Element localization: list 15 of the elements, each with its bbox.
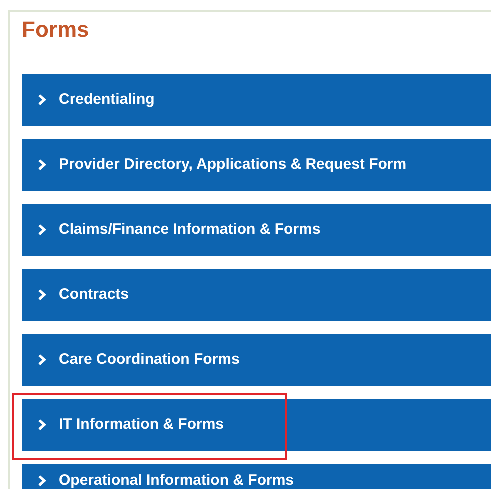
accordion-header[interactable]: Operational Information & Forms xyxy=(22,464,491,489)
section-title: Forms xyxy=(22,16,90,44)
chevron-icon xyxy=(38,354,47,366)
accordion-header[interactable]: Claims/Finance Information & Forms xyxy=(22,204,491,256)
chevron-icon xyxy=(38,475,47,487)
chevron-icon xyxy=(38,419,47,431)
accordion-header[interactable]: Provider Directory, Applications & Request Form xyxy=(22,139,491,191)
chevron-icon xyxy=(38,94,47,106)
chevron-icon xyxy=(38,224,47,236)
chevron-icon xyxy=(38,289,47,301)
accordion-header[interactable]: Contracts xyxy=(22,269,491,321)
chevron-icon xyxy=(38,159,47,171)
accordion-header[interactable]: Credentialing xyxy=(22,74,491,126)
accordion-header[interactable]: Care Coordination Forms xyxy=(22,334,491,386)
accordion-header[interactable]: IT Information & Forms xyxy=(22,399,491,451)
